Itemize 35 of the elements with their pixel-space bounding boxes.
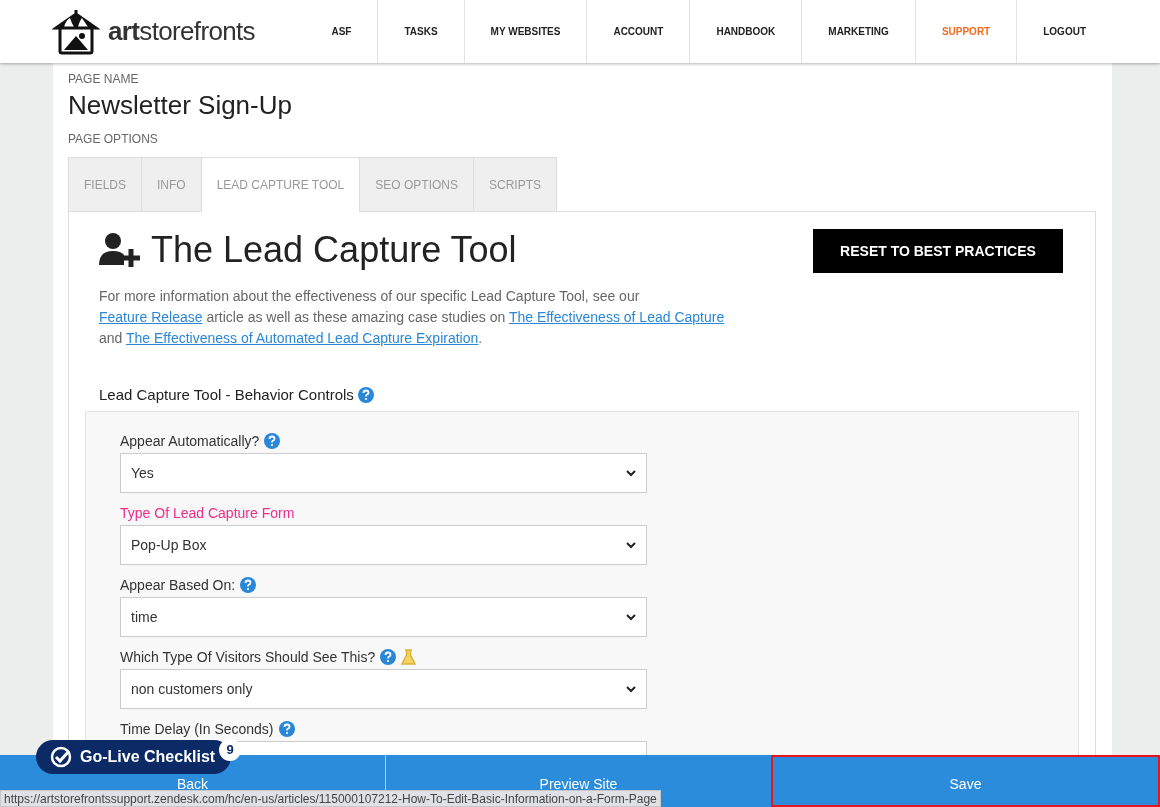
field-label: Appear Automatically? <box>120 431 260 451</box>
chevron-down-icon <box>626 469 636 477</box>
flask-icon <box>401 649 417 665</box>
field-label: Appear Based On: <box>120 575 236 595</box>
intro-paragraph: For more information about the effectiveness of our specific Lead Capture Tool, see our Feature Release article as well as these amazing case studies on The Effectiveness of Lead Capture and The Effectiveness of Automated Lead Capture Expiration. <box>99 287 726 348</box>
help-icon[interactable] <box>357 387 374 403</box>
logo-icon <box>52 7 100 56</box>
article-link[interactable]: Feature Release <box>99 309 203 325</box>
article-link[interactable]: The Effectiveness of Lead Capture <box>508 309 725 325</box>
chevron-down-icon <box>626 685 636 693</box>
help-icon[interactable] <box>380 649 397 665</box>
user-plus-icon <box>99 233 143 267</box>
chevron-down-icon <box>626 541 636 549</box>
field-label: Which Type Of Visitors Should See This? <box>120 647 376 667</box>
check-badge-icon <box>50 746 72 768</box>
chevron-down-icon <box>626 613 636 621</box>
field-label: Type Of Lead Capture Form <box>120 503 295 523</box>
page-name: Newsletter Sign-Up <box>68 89 293 122</box>
page-name-label: PAGE NAME <box>68 71 140 87</box>
select-field[interactable]: Pop-Up Box <box>120 525 647 565</box>
reset-button[interactable]: RESET TO BEST PRACTICES <box>813 229 1063 273</box>
select-field[interactable]: Yes <box>120 453 647 493</box>
footer-button[interactable]: Save <box>771 755 1160 807</box>
nav-link[interactable]: ASF <box>305 0 378 63</box>
help-icon[interactable] <box>264 433 281 449</box>
section-title: Lead Capture Tool - Behavior Controls <box>99 384 354 405</box>
link-preview-tooltip: https://artstorefrontssupport.zendesk.com/hc/en-us/articles/115000107212-How-To-Edit-Basic-Information-on-a-Form-Page <box>0 790 661 807</box>
logo-text: artstorefronts <box>108 15 255 48</box>
page-options-label: PAGE OPTIONS <box>68 131 159 147</box>
select-field[interactable]: time <box>120 597 647 637</box>
tool-title: The Lead Capture Tool <box>151 228 517 272</box>
help-icon[interactable] <box>240 577 257 593</box>
select-field[interactable]: non customers only <box>120 669 647 709</box>
field-label: Time Delay (In Seconds) <box>120 719 274 739</box>
help-icon[interactable] <box>278 721 295 737</box>
